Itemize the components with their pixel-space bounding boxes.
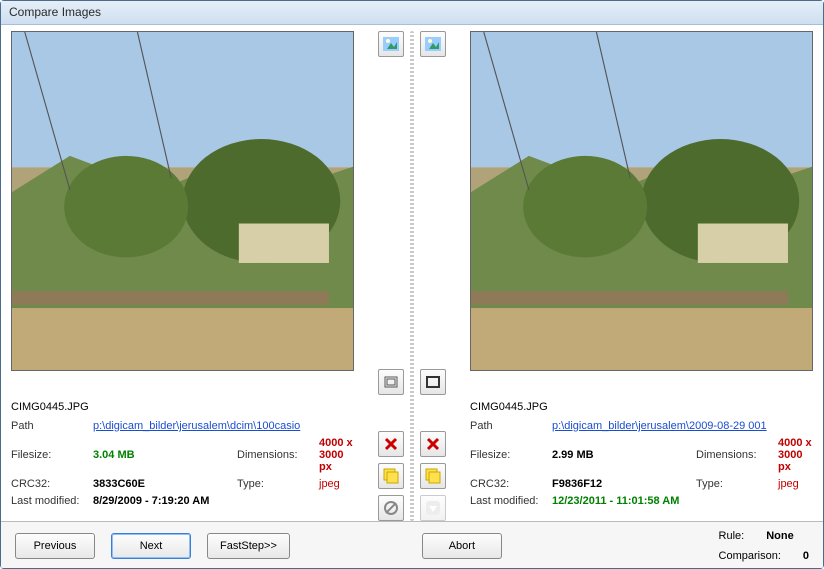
- right-tool-column: [420, 31, 466, 521]
- right-type-label: Type:: [696, 478, 774, 490]
- left-filesize-label: Filesize:: [11, 449, 89, 461]
- right-filesize-label: Filesize:: [470, 449, 548, 461]
- vertical-splitter[interactable]: [410, 31, 414, 521]
- rule-row: Rule: None: [719, 530, 809, 542]
- left-dimensions-label: Dimensions:: [237, 449, 315, 461]
- left-type-label: Type:: [237, 478, 315, 490]
- left-crc-label: CRC32:: [11, 478, 89, 490]
- right-details: CIMG0445.JPG Path p:\digicam_bilder\jeru…: [470, 401, 813, 507]
- comparison-row: Comparison: 0: [719, 550, 809, 562]
- left-modified-label: Last modified:: [11, 495, 89, 507]
- left-window-button[interactable]: [378, 369, 404, 395]
- left-dimensions-value: 4000 x 3000 px: [319, 437, 354, 473]
- right-pane: jpeg - 4000 x 3000 px (~8.72%) CIMG0445.…: [470, 31, 813, 521]
- right-note-button[interactable]: [420, 463, 446, 489]
- right-modified-label: Last modified:: [470, 495, 548, 507]
- rule-value: None: [766, 530, 794, 542]
- left-block-button[interactable]: [378, 495, 404, 521]
- right-path-link[interactable]: p:\digicam_bilder\jerusalem\2009-08-29 0…: [552, 420, 813, 432]
- left-pane: jpeg - 4000 x 3000 px (~8.72%) CIMG0445.…: [11, 31, 354, 521]
- right-crc-label: CRC32:: [470, 478, 548, 490]
- right-filesize-value: 2.99 MB: [552, 449, 692, 461]
- main-content: jpeg - 4000 x 3000 px (~8.72%) CIMG0445.…: [1, 25, 823, 521]
- left-crc-value: 3833C60E: [93, 478, 233, 490]
- left-path-label: Path: [11, 420, 89, 432]
- right-path-label: Path: [470, 420, 548, 432]
- right-dimensions-label: Dimensions:: [696, 449, 774, 461]
- rule-label: Rule:: [719, 530, 745, 542]
- comparison-value: 0: [803, 550, 809, 562]
- faststep-button[interactable]: FastStep>>: [207, 533, 290, 559]
- left-modified-value: 8/29/2009 - 7:19:20 AM: [93, 495, 354, 507]
- left-note-button[interactable]: [378, 463, 404, 489]
- previous-button[interactable]: Previous: [15, 533, 95, 559]
- left-filename: CIMG0445.JPG: [11, 401, 354, 413]
- left-type-value: jpeg: [319, 478, 354, 490]
- right-maximize-button[interactable]: [420, 369, 446, 395]
- right-thumb-button[interactable]: [420, 31, 446, 57]
- comparison-label: Comparison:: [719, 550, 781, 562]
- left-tool-column: [358, 31, 404, 521]
- right-filename: CIMG0445.JPG: [470, 401, 813, 413]
- left-delete-button[interactable]: [378, 431, 404, 457]
- left-image[interactable]: jpeg - 4000 x 3000 px (~8.72%): [11, 31, 354, 371]
- button-row: Previous Next FastStep>> Abort: [15, 533, 719, 559]
- next-button[interactable]: Next: [111, 533, 191, 559]
- left-filesize-value: 3.04 MB: [93, 449, 233, 461]
- right-modified-value: 12/23/2011 - 11:01:58 AM: [552, 495, 813, 507]
- right-crc-value: F9836F12: [552, 478, 692, 490]
- right-down-button: [420, 495, 446, 521]
- left-details: CIMG0445.JPG Path p:\digicam_bilder\jeru…: [11, 401, 354, 507]
- right-type-value: jpeg: [778, 478, 813, 490]
- right-image[interactable]: jpeg - 4000 x 3000 px (~8.72%): [470, 31, 813, 371]
- window-titlebar: Compare Images: [1, 1, 823, 25]
- window-title: Compare Images: [9, 5, 101, 19]
- footer: Rule: None Previous Next FastStep>> Abor…: [1, 521, 823, 568]
- left-thumb-button[interactable]: [378, 31, 404, 57]
- left-path-link[interactable]: p:\digicam_bilder\jerusalem\dcim\100casi…: [93, 420, 354, 432]
- abort-button[interactable]: Abort: [422, 533, 502, 559]
- right-dimensions-value: 4000 x 3000 px: [778, 437, 813, 473]
- right-delete-button[interactable]: [420, 431, 446, 457]
